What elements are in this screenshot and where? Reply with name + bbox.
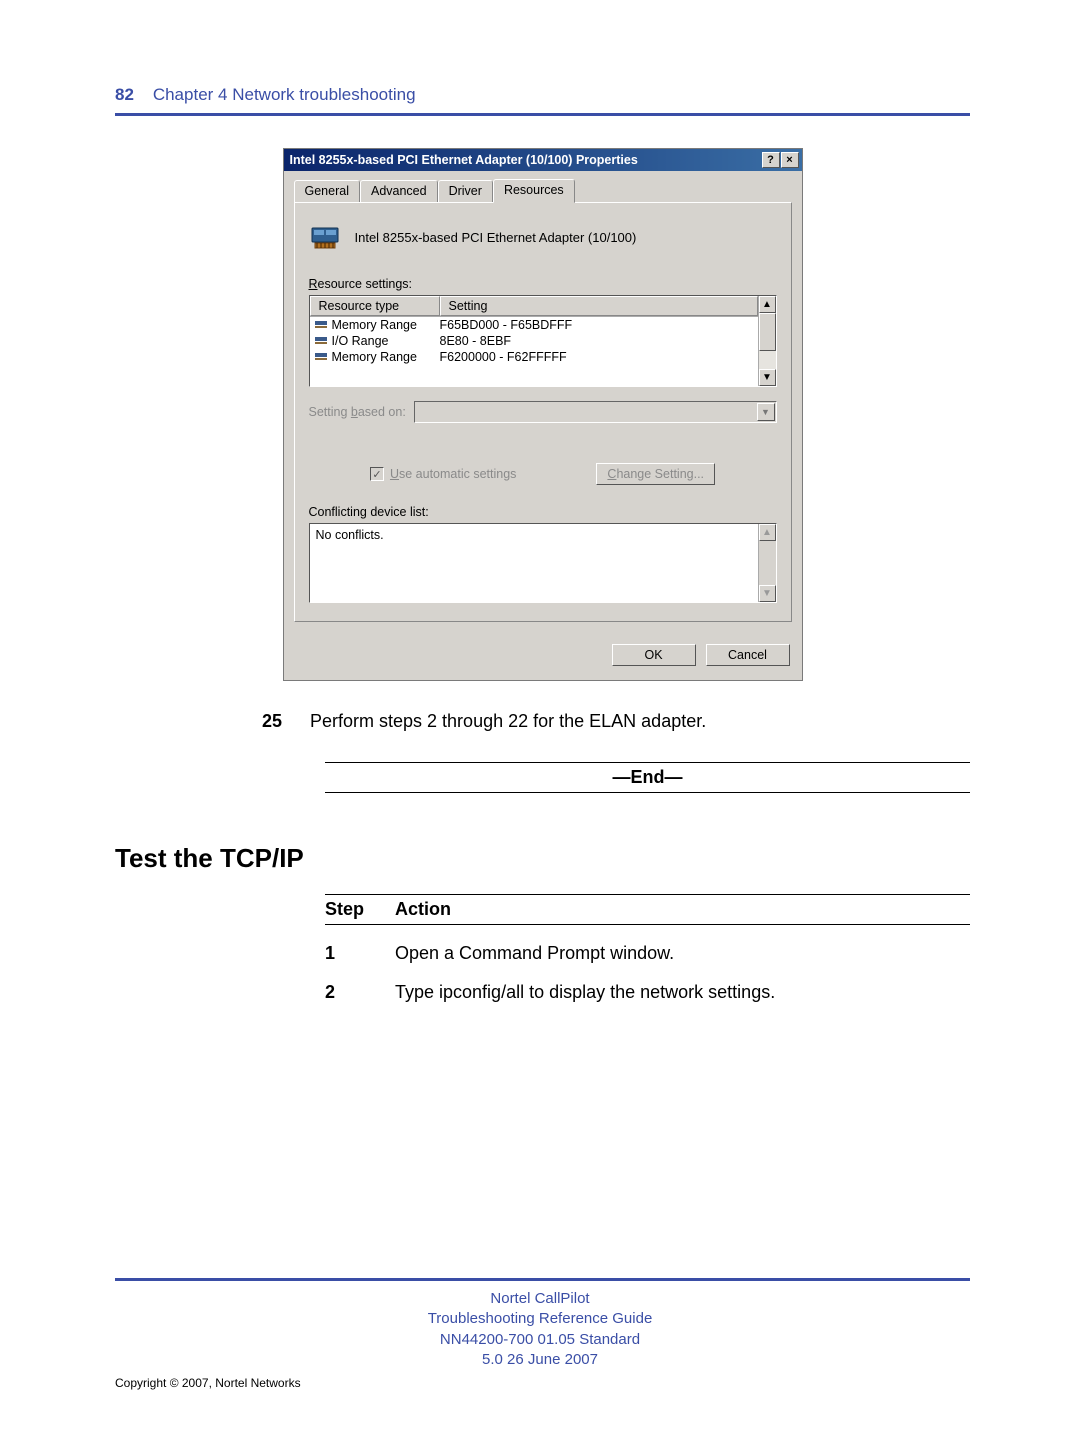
page-number: 82 <box>115 85 134 104</box>
resource-type: Memory Range <box>332 350 417 364</box>
step-number: 25 <box>115 711 310 732</box>
tab-driver[interactable]: Driver <box>438 180 493 204</box>
resource-listbox[interactable]: Resource type Setting Memory Range F65BD… <box>309 295 777 387</box>
list-header: Resource type Setting <box>310 296 758 317</box>
action-table: Step Action 1 Open a Command Prompt wind… <box>325 894 970 1003</box>
col-setting: Setting <box>440 296 758 316</box>
copyright: Copyright © 2007, Nortel Networks <box>115 1376 301 1390</box>
header-rule <box>115 113 970 116</box>
adapter-icon <box>309 221 341 253</box>
action-text: Open a Command Prompt window. <box>395 943 674 964</box>
footer-line3: NN44200-700 01.05 Standard <box>0 1330 1080 1350</box>
footer-line2: Troubleshooting Reference Guide <box>0 1309 1080 1329</box>
resource-type: Memory Range <box>332 318 417 332</box>
scroll-down-icon[interactable]: ▼ <box>759 369 776 386</box>
list-item[interactable]: Memory Range F65BD000 - F65BDFFF <box>310 317 758 333</box>
resource-type: I/O Range <box>332 334 389 348</box>
ok-button[interactable]: OK <box>612 644 696 666</box>
help-icon[interactable]: ? <box>762 152 780 168</box>
properties-dialog: Intel 8255x-based PCI Ethernet Adapter (… <box>283 148 803 681</box>
step-text: Perform steps 2 through 22 for the ELAN … <box>310 711 970 732</box>
step-number: 2 <box>325 982 395 1003</box>
conflict-list-label: Conflicting device list: <box>309 505 777 519</box>
resource-icon <box>314 350 328 364</box>
col-resource-type: Resource type <box>310 296 440 316</box>
footer-line1: Nortel CallPilot <box>0 1289 1080 1309</box>
scroll-thumb[interactable] <box>759 313 776 351</box>
resource-value: F65BD000 - F65BDFFF <box>440 318 758 332</box>
resource-value: F6200000 - F62FFFFF <box>440 350 758 364</box>
dialog-title: Intel 8255x-based PCI Ethernet Adapter (… <box>287 153 638 167</box>
action-table-header: Step Action <box>325 894 970 925</box>
resource-icon <box>314 318 328 332</box>
resource-value: 8E80 - 8EBF <box>440 334 758 348</box>
close-icon[interactable]: × <box>781 152 799 168</box>
resource-settings-label: Resource settings: <box>309 277 777 291</box>
end-rule-top <box>325 762 970 763</box>
checkbox-icon: ✓ <box>370 467 384 481</box>
tab-advanced[interactable]: Advanced <box>360 180 438 204</box>
table-row: 1 Open a Command Prompt window. <box>325 943 970 964</box>
scrollbar: ▲ ▼ <box>758 524 776 602</box>
scroll-down-icon: ▼ <box>759 585 776 602</box>
setting-based-label: Setting based on: <box>309 405 406 419</box>
list-item[interactable]: Memory Range F6200000 - F62FFFFF <box>310 349 758 365</box>
scrollbar[interactable]: ▲ ▼ <box>758 296 776 386</box>
tab-panel-resources: Intel 8255x-based PCI Ethernet Adapter (… <box>294 202 792 622</box>
titlebar: Intel 8255x-based PCI Ethernet Adapter (… <box>284 149 802 171</box>
footer-rule <box>115 1278 970 1281</box>
conflict-text: No conflicts. <box>310 524 758 602</box>
change-setting-button: Change Setting... <box>596 463 715 485</box>
table-row: 2 Type ipconfig/all to display the netwo… <box>325 982 970 1003</box>
page-header: 82 Chapter 4 Network troubleshooting <box>115 85 970 105</box>
tab-strip: General Advanced Driver Resources <box>294 179 792 203</box>
step-number: 1 <box>325 943 395 964</box>
end-rule-bottom <box>325 792 970 793</box>
col-step: Step <box>325 899 395 920</box>
col-action: Action <box>395 899 451 920</box>
list-item[interactable]: I/O Range 8E80 - 8EBF <box>310 333 758 349</box>
chapter-title: Chapter 4 Network troubleshooting <box>139 85 416 104</box>
step-25: 25 Perform steps 2 through 22 for the EL… <box>115 711 970 732</box>
resource-icon <box>314 334 328 348</box>
chevron-down-icon: ▼ <box>757 403 775 421</box>
scroll-up-icon: ▲ <box>759 524 776 541</box>
tab-resources[interactable]: Resources <box>493 179 575 203</box>
setting-based-combo: ▼ <box>414 401 777 423</box>
end-marker: —End— <box>325 767 970 788</box>
cancel-button[interactable]: Cancel <box>706 644 790 666</box>
scroll-up-icon[interactable]: ▲ <box>759 296 776 313</box>
footer-line4: 5.0 26 June 2007 <box>0 1350 1080 1370</box>
tab-general[interactable]: General <box>294 180 360 204</box>
action-text: Type ipconfig/all to display the network… <box>395 982 775 1003</box>
use-automatic-checkbox: ✓ Use automatic settings <box>370 467 516 481</box>
page-footer: Nortel CallPilot Troubleshooting Referen… <box>0 1278 1080 1370</box>
section-heading-tcpip: Test the TCP/IP <box>115 843 970 874</box>
conflict-list: No conflicts. ▲ ▼ <box>309 523 777 603</box>
device-name: Intel 8255x-based PCI Ethernet Adapter (… <box>355 230 637 245</box>
